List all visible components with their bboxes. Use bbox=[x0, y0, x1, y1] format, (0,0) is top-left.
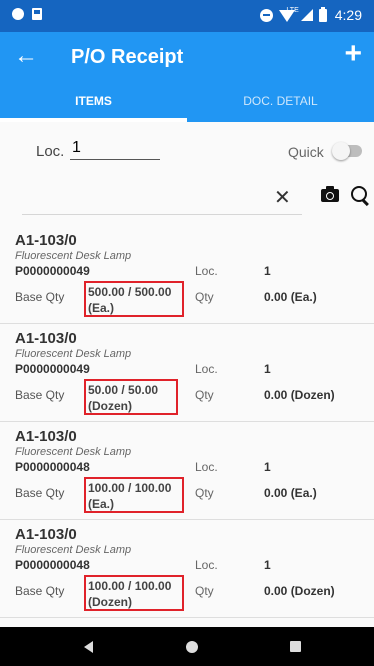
battery-icon bbox=[318, 6, 327, 22]
base-qty-label: Base Qty bbox=[15, 486, 65, 500]
qty-value: 0.00 (Ea.) bbox=[264, 290, 317, 304]
nav-home-icon[interactable] bbox=[186, 641, 198, 653]
quick-label: Quick bbox=[288, 144, 324, 160]
po-number: P0000000049 bbox=[15, 264, 90, 278]
clear-icon[interactable]: ✕ bbox=[274, 185, 291, 210]
items-list: A1-103/0 Fluorescent Desk Lamp P00000000… bbox=[0, 226, 374, 618]
status-right-icons: LTE 4:29 bbox=[259, 6, 362, 23]
qty-value: 0.00 (Ea.) bbox=[264, 486, 317, 500]
location-input[interactable] bbox=[70, 137, 160, 160]
item-loc-value: 1 bbox=[264, 558, 271, 572]
location-row: Loc. Quick bbox=[0, 135, 374, 165]
toggle-knob bbox=[332, 142, 350, 160]
list-item[interactable]: A1-103/0 Fluorescent Desk Lamp P00000000… bbox=[0, 324, 374, 422]
po-number: P0000000048 bbox=[15, 558, 90, 572]
network-type: LTE bbox=[286, 7, 299, 14]
do-not-disturb-icon bbox=[259, 8, 273, 22]
item-code: A1-103/0 bbox=[15, 526, 77, 543]
item-loc-value: 1 bbox=[264, 460, 271, 474]
camera-icon[interactable] bbox=[321, 186, 339, 202]
base-qty-unit: (Ea.) bbox=[88, 301, 115, 315]
search-input-underline[interactable] bbox=[22, 214, 302, 215]
item-loc-label: Loc. bbox=[195, 264, 218, 278]
item-description: Fluorescent Desk Lamp bbox=[15, 446, 132, 458]
system-nav-bar bbox=[0, 627, 374, 666]
nav-recents-icon[interactable] bbox=[290, 641, 301, 652]
po-number: P0000000049 bbox=[15, 362, 90, 376]
status-left-icons bbox=[12, 8, 42, 20]
back-arrow-icon[interactable]: ← bbox=[14, 42, 38, 70]
item-loc-value: 1 bbox=[264, 264, 271, 278]
qty-value: 0.00 (Dozen) bbox=[264, 584, 335, 598]
qty-value: 0.00 (Dozen) bbox=[264, 388, 335, 402]
app-bar: ← P/O Receipt + bbox=[0, 32, 374, 86]
nav-back-icon[interactable] bbox=[84, 641, 93, 653]
quick-toggle[interactable] bbox=[332, 142, 362, 160]
qty-label: Qty bbox=[195, 584, 214, 598]
search-icon[interactable] bbox=[351, 186, 367, 202]
item-loc-label: Loc. bbox=[195, 460, 218, 474]
item-code: A1-103/0 bbox=[15, 330, 77, 347]
item-description: Fluorescent Desk Lamp bbox=[15, 250, 132, 262]
item-code: A1-103/0 bbox=[15, 428, 77, 445]
list-item[interactable]: A1-103/0 Fluorescent Desk Lamp P00000000… bbox=[0, 520, 374, 618]
base-qty-label: Base Qty bbox=[15, 388, 65, 402]
item-description: Fluorescent Desk Lamp bbox=[15, 348, 132, 360]
base-qty-label: Base Qty bbox=[15, 584, 65, 598]
base-qty-unit: (Dozen) bbox=[88, 595, 132, 609]
base-qty-highlight: 100.00 / 100.00 (Ea.) bbox=[84, 477, 184, 513]
notification-dot-icon bbox=[12, 8, 24, 20]
cell-signal-icon: LTE bbox=[286, 7, 313, 21]
qty-label: Qty bbox=[195, 388, 214, 402]
base-qty-unit: (Dozen) bbox=[88, 399, 132, 413]
page-title: P/O Receipt bbox=[71, 46, 184, 68]
base-qty-label: Base Qty bbox=[15, 290, 65, 304]
base-qty-highlight: 100.00 / 100.00 (Dozen) bbox=[84, 575, 184, 611]
list-item[interactable]: A1-103/0 Fluorescent Desk Lamp P00000000… bbox=[0, 422, 374, 520]
item-loc-label: Loc. bbox=[195, 558, 218, 572]
search-row: ✕ bbox=[0, 178, 374, 218]
location-label: Loc. bbox=[36, 143, 65, 160]
base-qty-value: 100.00 / 100.00 bbox=[88, 481, 172, 495]
qty-label: Qty bbox=[195, 486, 214, 500]
base-qty-highlight: 500.00 / 500.00 (Ea.) bbox=[84, 281, 184, 317]
status-bar: LTE 4:29 bbox=[0, 0, 374, 32]
item-code: A1-103/0 bbox=[15, 232, 77, 249]
item-description: Fluorescent Desk Lamp bbox=[15, 544, 132, 556]
item-loc-value: 1 bbox=[264, 362, 271, 376]
base-qty-highlight: 50.00 / 50.00 (Dozen) bbox=[84, 379, 178, 415]
tab-items[interactable]: ITEMS bbox=[0, 86, 187, 122]
qty-label: Qty bbox=[195, 290, 214, 304]
po-number: P0000000048 bbox=[15, 460, 90, 474]
base-qty-value: 100.00 / 100.00 bbox=[88, 579, 172, 593]
tab-bar: ITEMS DOC. DETAIL bbox=[0, 86, 374, 122]
base-qty-unit: (Ea.) bbox=[88, 497, 115, 511]
sim-card-icon bbox=[32, 8, 42, 20]
list-item[interactable]: A1-103/0 Fluorescent Desk Lamp P00000000… bbox=[0, 226, 374, 324]
add-plus-icon[interactable]: + bbox=[344, 37, 362, 71]
base-qty-value: 500.00 / 500.00 bbox=[88, 285, 172, 299]
item-loc-label: Loc. bbox=[195, 362, 218, 376]
status-time: 4:29 bbox=[334, 7, 362, 23]
base-qty-value: 50.00 / 50.00 bbox=[88, 383, 159, 397]
tab-doc-detail[interactable]: DOC. DETAIL bbox=[187, 86, 374, 122]
